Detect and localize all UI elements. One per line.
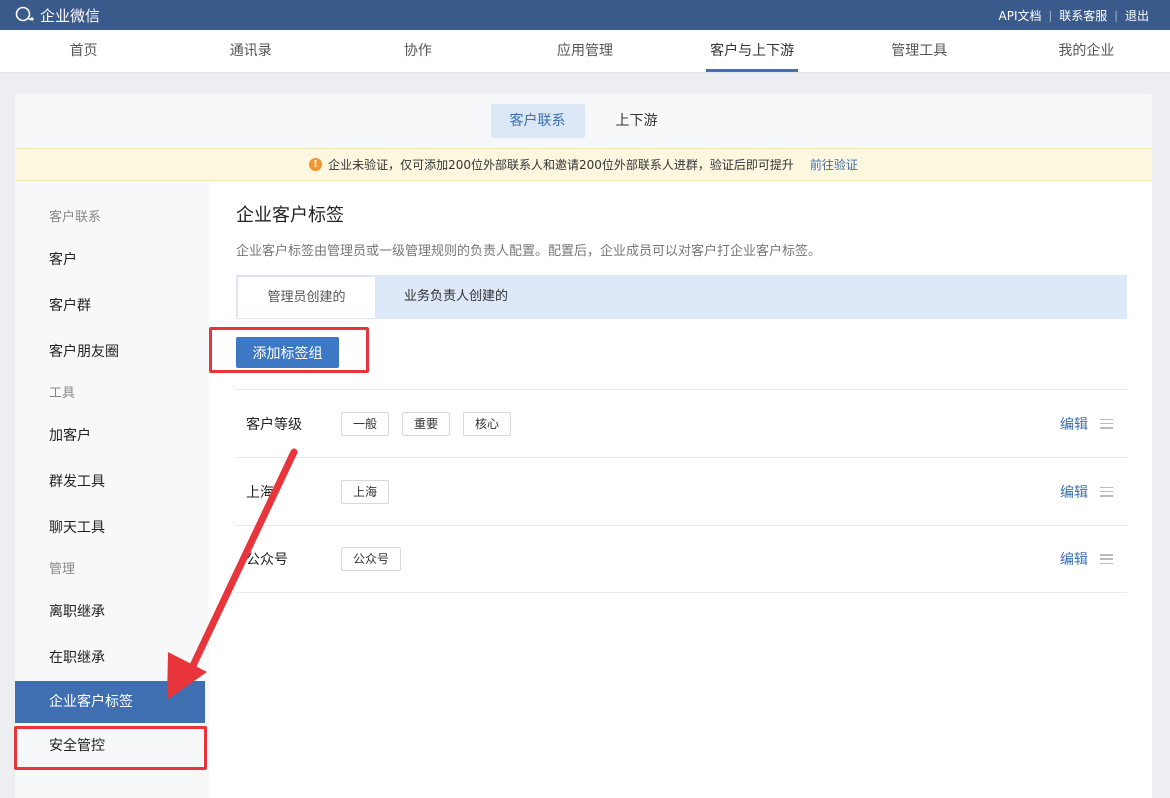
nav-home[interactable]: 首页 <box>0 30 167 72</box>
tag-group-row: 公众号 公众号 编辑 <box>236 525 1127 593</box>
nav-my-enterprise[interactable]: 我的企业 <box>1003 30 1170 72</box>
sidebar-item-security[interactable]: 安全管控 <box>15 723 209 769</box>
tag-group-name: 公众号 <box>246 552 288 568</box>
notice-text: 企业未验证，仅可添加200位外部联系人和邀请200位外部联系人进群，验证后即可提… <box>328 158 794 172</box>
sidebar-item-customer-tags[interactable]: 企业客户标签 <box>15 681 205 723</box>
nav-contacts[interactable]: 通讯录 <box>167 30 334 72</box>
logout-link[interactable]: 退出 <box>1118 7 1156 24</box>
verification-notice: ! 企业未验证，仅可添加200位外部联系人和邀请200位外部联系人进群，验证后即… <box>15 148 1152 181</box>
nav-management-tools[interactable]: 管理工具 <box>836 30 1003 72</box>
tag-group-row: 上海 上海 编辑 <box>236 457 1127 525</box>
tag-group-row: 客户等级 一般 重要 核心 编辑 <box>236 389 1127 457</box>
drag-handle-icon[interactable] <box>1100 418 1113 429</box>
tag-group-name: 客户等级 <box>246 416 302 433</box>
verify-link[interactable]: 前往验证 <box>810 156 858 173</box>
support-link[interactable]: 联系客服 <box>1052 7 1114 24</box>
tag-group-list: 客户等级 一般 重要 核心 编辑 上海 上海 编辑 公众号 公众号 编辑 <box>236 389 1127 593</box>
drag-handle-icon[interactable] <box>1100 554 1113 564</box>
sidebar-item-customer-groups[interactable]: 客户群 <box>15 283 209 329</box>
sidebar: 客户联系 客户 客户群 客户朋友圈 工具 加客户 群发工具 聊天工具 管理 离职… <box>15 181 209 798</box>
body-area: 客户联系 客户 客户群 客户朋友圈 工具 加客户 群发工具 聊天工具 管理 离职… <box>15 181 1152 798</box>
sidebar-item-broadcast[interactable]: 群发工具 <box>15 459 209 505</box>
tag-chips: 一般 重要 核心 <box>341 411 1060 436</box>
tag-chip: 上海 <box>341 479 390 504</box>
drag-handle-icon[interactable] <box>1100 486 1113 497</box>
brand-name: 企业微信 <box>40 6 101 25</box>
sidebar-item-active-inheritance[interactable]: 在职继承 <box>15 635 209 681</box>
tag-source-tabs: 管理员创建的 业务负责人创建的 <box>236 275 1127 319</box>
tag-group-name: 上海 <box>246 484 274 501</box>
brand[interactable]: 企业微信 <box>14 5 100 26</box>
sidebar-item-customers[interactable]: 客户 <box>15 237 209 283</box>
page-title: 企业客户标签 <box>236 205 344 226</box>
add-tag-group-button[interactable]: 添加标签组 <box>236 337 339 368</box>
sidebar-item-resigned-inheritance[interactable]: 离职继承 <box>15 589 209 635</box>
tag-chip: 重要 <box>402 411 451 436</box>
sidebar-group-customer-contact: 客户联系 <box>49 210 102 225</box>
page-description: 企业客户标签由管理员或一级管理规则的负责人配置。配置后，企业成员可以对客户打企业… <box>236 244 822 259</box>
tab-admin-created[interactable]: 管理员创建的 <box>237 276 376 318</box>
sidebar-item-moments[interactable]: 客户朋友圈 <box>15 329 209 375</box>
nav-collaboration[interactable]: 协作 <box>334 30 501 72</box>
sidebar-item-chat-tools[interactable]: 聊天工具 <box>15 505 209 551</box>
tag-chips: 上海 <box>341 479 1060 504</box>
api-docs-link[interactable]: API文档 <box>992 7 1049 24</box>
nav-app-management[interactable]: 应用管理 <box>501 30 668 72</box>
tag-chip: 一般 <box>341 411 390 436</box>
tag-chip: 公众号 <box>341 547 402 571</box>
sub-tabs: 客户联系 上下游 <box>15 94 1152 148</box>
main-panel: 企业客户标签 企业客户标签由管理员或一级管理规则的负责人配置。配置后，企业成员可… <box>209 181 1152 798</box>
wecom-logo-icon <box>15 6 34 22</box>
tab-upstream-downstream[interactable]: 上下游 <box>597 104 677 138</box>
sidebar-group-tools: 工具 <box>49 386 76 401</box>
main-nav: 首页 通讯录 协作 应用管理 客户与上下游 管理工具 我的企业 <box>0 30 1170 73</box>
top-links: API文档 | 联系客服 | 退出 <box>992 7 1156 24</box>
tab-owner-created[interactable]: 业务负责人创建的 <box>376 276 536 318</box>
edit-link[interactable]: 编辑 <box>1060 414 1088 434</box>
nav-customers-partners[interactable]: 客户与上下游 <box>669 30 836 72</box>
tag-chip: 核心 <box>463 411 512 436</box>
edit-link[interactable]: 编辑 <box>1060 549 1088 569</box>
edit-link[interactable]: 编辑 <box>1060 482 1088 502</box>
tag-chips: 公众号 <box>341 547 1060 571</box>
content-card: 客户联系 上下游 ! 企业未验证，仅可添加200位外部联系人和邀请200位外部联… <box>15 94 1152 798</box>
sidebar-item-add-customer[interactable]: 加客户 <box>15 413 209 459</box>
add-button-area: 添加标签组 <box>236 337 1127 389</box>
sidebar-group-management: 管理 <box>49 562 76 577</box>
tab-customer-contact[interactable]: 客户联系 <box>490 104 585 138</box>
top-bar: 企业微信 API文档 | 联系客服 | 退出 <box>0 0 1170 30</box>
warning-icon: ! <box>309 158 323 171</box>
